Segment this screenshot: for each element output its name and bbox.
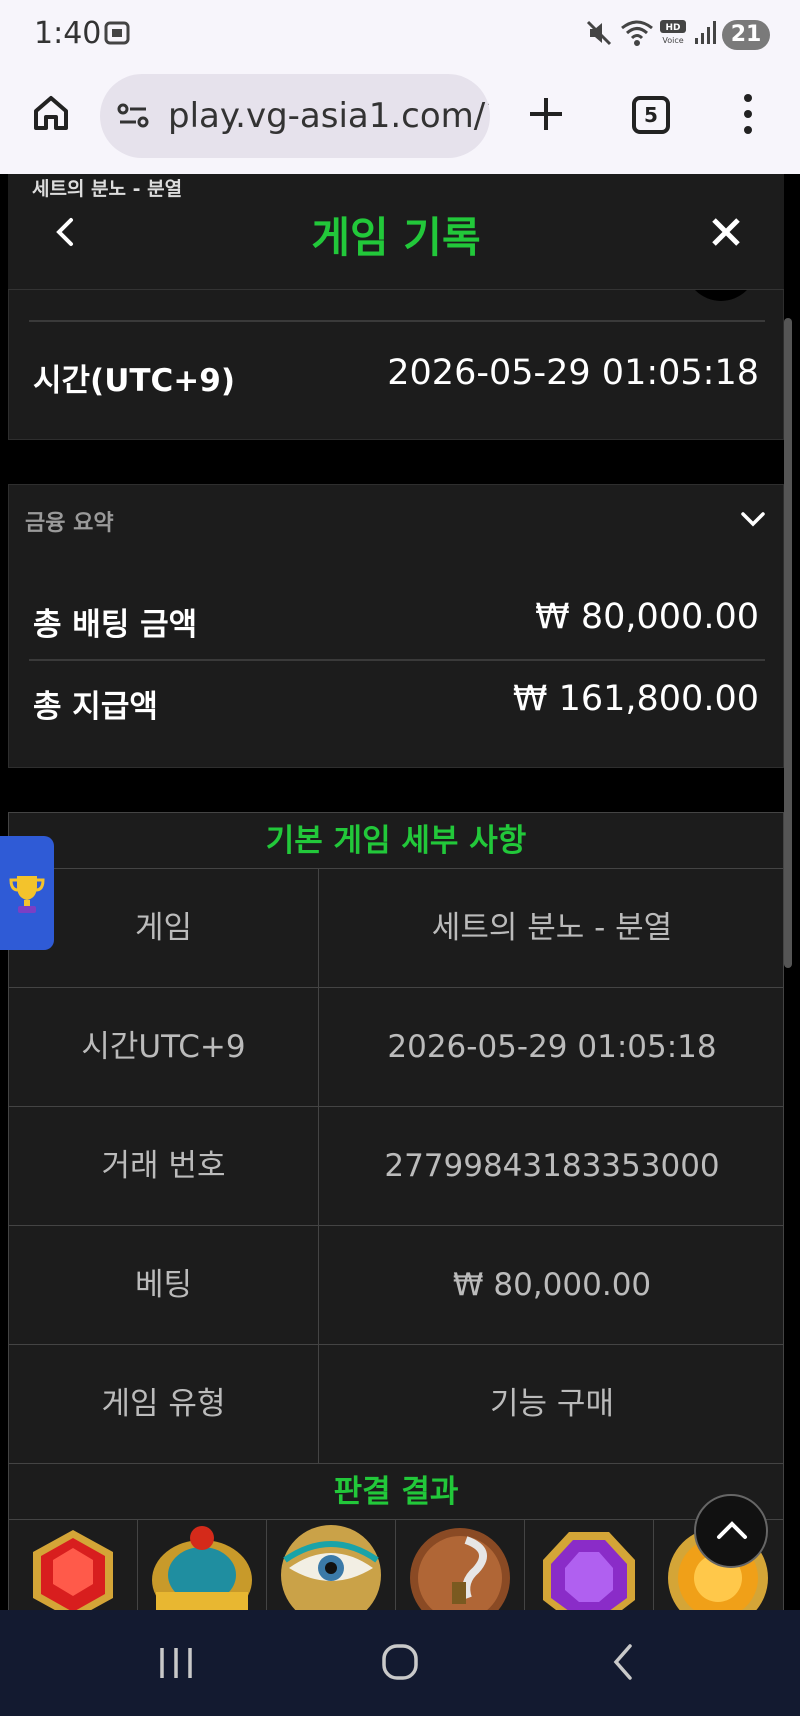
tabs-icon[interactable]: 5 xyxy=(632,96,670,134)
result-symbols-row xyxy=(9,1520,783,1610)
modal-title: 게임 기록 xyxy=(311,213,481,262)
mute-icon xyxy=(584,18,614,52)
hd-voice-icon: HD Voice xyxy=(660,20,688,50)
home-nav-icon[interactable] xyxy=(380,1642,420,1686)
system-nav-bar xyxy=(0,1610,800,1716)
financial-summary-label: 금융 요약 xyxy=(25,511,114,536)
close-button[interactable] xyxy=(706,212,746,252)
time-value: 2026-05-29 01:05:18 xyxy=(387,353,759,393)
table-row: 시간UTC+9 2026-05-29 01:05:18 xyxy=(9,988,783,1107)
red-gem-icon xyxy=(9,1520,138,1610)
scrollbar-thumb[interactable] xyxy=(784,318,792,968)
total-payout-value: ₩ 161,800.00 xyxy=(512,679,759,719)
site-info-icon[interactable] xyxy=(116,100,150,136)
total-bet-value: ₩ 80,000.00 xyxy=(535,597,759,637)
status-time: 1:40 xyxy=(34,16,102,51)
web-page: 세트의 분노 - 분열 게임 기록 시간(UTC+9) 2026-05-29 0… xyxy=(0,174,800,1610)
game-name-label: 세트의 분노 - 분열 xyxy=(32,178,183,200)
table-cell-value: 2026-05-29 01:05:18 xyxy=(387,1029,717,1065)
status-bar: 1:40 HD Voice 21 xyxy=(0,0,800,70)
svg-text:HD: HD xyxy=(665,23,680,33)
divider xyxy=(29,659,765,661)
base-game-details-table: 기본 게임 세부 사항 게임 세트의 분노 - 분열 시간UTC+9 2026-… xyxy=(8,812,784,1610)
url-text[interactable]: play.vg-asia1.com/7 xyxy=(168,96,490,136)
result-title: 판결 결과 xyxy=(9,1464,783,1520)
scroll-to-top-button[interactable] xyxy=(694,1494,768,1568)
trophy-icon xyxy=(8,872,46,920)
eye-of-horus-icon xyxy=(267,1520,396,1610)
signal-icon xyxy=(694,18,718,52)
divider xyxy=(29,320,765,322)
time-label: 시간(UTC+9) xyxy=(33,363,235,399)
total-bet-label: 총 배팅 금액 xyxy=(33,607,198,643)
table-cell-value: 기능 구매 xyxy=(490,1386,614,1422)
battery-level: 21 xyxy=(730,22,762,47)
table-row: 게임 유형 기능 구매 xyxy=(9,1345,783,1464)
more-icon[interactable] xyxy=(740,92,756,140)
table-row: 거래 번호 27799843183353000 xyxy=(9,1107,783,1226)
total-payout-label: 총 지급액 xyxy=(33,689,158,725)
table-cell-label: 거래 번호 xyxy=(9,1107,319,1225)
table-cell-value: 세트의 분노 - 분열 xyxy=(431,910,673,946)
chevron-down-icon[interactable] xyxy=(739,509,767,533)
wifi-icon xyxy=(620,18,654,52)
khopesh-icon xyxy=(396,1520,525,1610)
scatter-scarab-icon xyxy=(138,1520,267,1610)
new-tab-icon[interactable] xyxy=(526,94,566,138)
recent-apps-icon[interactable] xyxy=(156,1644,196,1686)
modal-header: 세트의 분노 - 분열 게임 기록 xyxy=(8,174,784,290)
table-cell-label: 게임 xyxy=(9,869,319,987)
purple-gem-icon xyxy=(525,1520,654,1610)
svg-text:Voice: Voice xyxy=(662,36,683,45)
browser-toolbar: play.vg-asia1.com/7 5 xyxy=(0,70,800,174)
table-cell-label: 시간UTC+9 xyxy=(9,988,319,1106)
trophy-tab-button[interactable] xyxy=(0,836,54,950)
table-row: 게임 세트의 분노 - 분열 xyxy=(9,869,783,988)
screenshot-icon xyxy=(102,18,132,52)
back-nav-icon[interactable] xyxy=(608,1642,638,1686)
table-row: 베팅 ₩ 80,000.00 xyxy=(9,1226,783,1345)
address-bar[interactable]: play.vg-asia1.com/7 xyxy=(100,74,490,158)
chevron-up-icon xyxy=(715,1518,749,1546)
table-cell-value: ₩ 80,000.00 xyxy=(452,1267,652,1303)
home-icon[interactable] xyxy=(30,92,72,138)
table-cell-value: 27799843183353000 xyxy=(384,1148,720,1184)
financial-summary-card: 금융 요약 총 배팅 금액 ₩ 80,000.00 총 지급액 ₩ 161,80… xyxy=(8,484,784,768)
table-cell-label: 게임 유형 xyxy=(9,1345,319,1463)
table-cell-label: 베팅 xyxy=(9,1226,319,1344)
details-title: 기본 게임 세부 사항 xyxy=(9,813,783,869)
